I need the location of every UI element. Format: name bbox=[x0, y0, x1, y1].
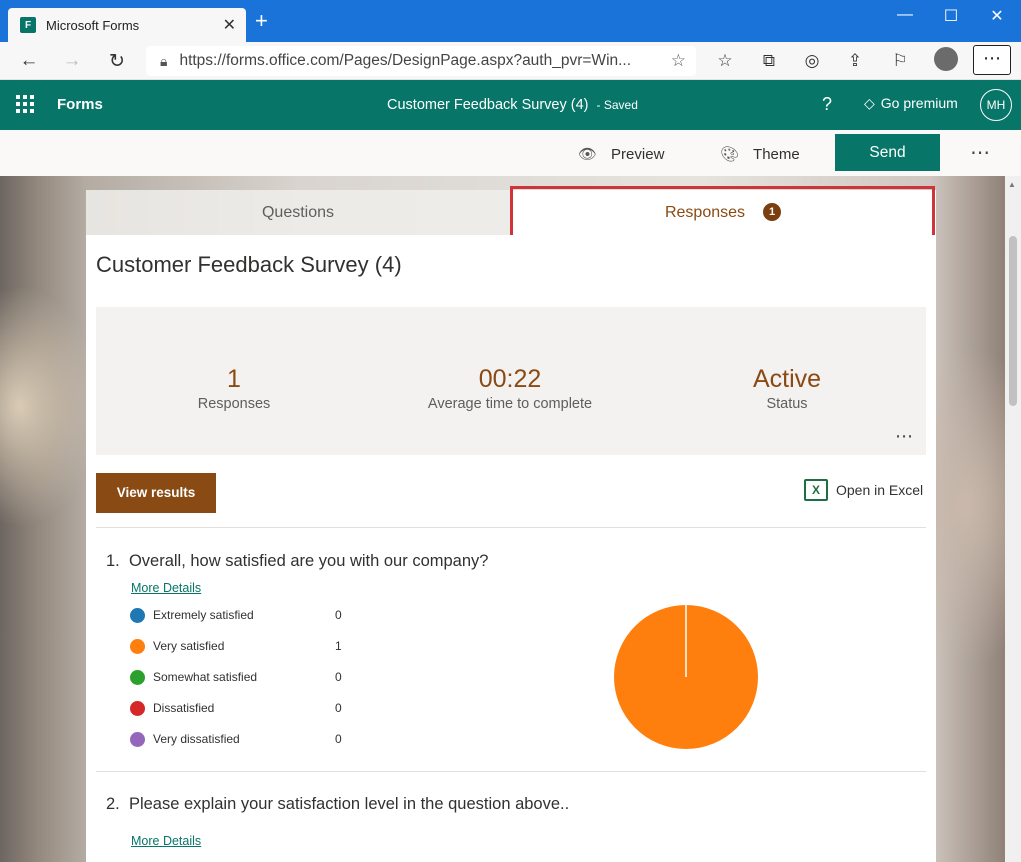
legend-label: Dissatisfied bbox=[153, 701, 215, 715]
stats-more-icon[interactable]: ⋯ bbox=[895, 426, 914, 447]
question-number: 1. bbox=[106, 552, 120, 570]
legend-item: Extremely satisfied 0 bbox=[130, 606, 342, 624]
refresh-icon[interactable]: ↻ bbox=[103, 50, 131, 73]
legend-item: Very dissatisfied 0 bbox=[130, 730, 342, 748]
stat-value: 1 bbox=[227, 365, 241, 393]
user-avatar[interactable]: MH bbox=[980, 89, 1012, 121]
send-button[interactable]: Send bbox=[835, 134, 940, 171]
preview-label: Preview bbox=[611, 146, 665, 163]
legend-count: 0 bbox=[335, 701, 342, 715]
legend-color-dot bbox=[130, 607, 145, 623]
stat-responses: 1 Responses bbox=[174, 365, 294, 412]
legend-count: 0 bbox=[335, 670, 342, 684]
address-bar[interactable]: 🔒︎ https://forms.office.com/Pages/Design… bbox=[146, 46, 696, 76]
satisfaction-pie-chart bbox=[614, 605, 758, 749]
legend-count: 1 bbox=[335, 639, 342, 653]
close-window-icon[interactable]: ✕ bbox=[974, 6, 1020, 26]
new-tab-icon[interactable]: + bbox=[255, 10, 268, 32]
document-title-text: Customer Feedback Survey (4) bbox=[387, 97, 589, 113]
scroll-up-icon[interactable]: ▲ bbox=[1008, 180, 1016, 189]
page-scrollbar[interactable]: ▲ bbox=[1005, 176, 1021, 862]
legend-color-dot bbox=[130, 669, 145, 685]
question-2-title: 2. Please explain your satisfaction leve… bbox=[106, 795, 569, 814]
legend-label: Somewhat satisfied bbox=[153, 670, 258, 684]
palette-icon: 🎨︎ bbox=[720, 146, 740, 163]
browser-profile-avatar[interactable] bbox=[934, 47, 958, 71]
view-results-button[interactable]: View results bbox=[96, 473, 216, 513]
legend-count: 0 bbox=[335, 732, 342, 746]
highlight-box bbox=[510, 186, 935, 242]
browser-titlebar: F Microsoft Forms ✕ + — ☐ ✕ bbox=[0, 0, 1021, 42]
tab-questions[interactable]: Questions bbox=[86, 190, 510, 235]
eye-icon: 👁︎ bbox=[578, 146, 598, 163]
legend-label: Extremely satisfied bbox=[153, 608, 254, 622]
share-icon[interactable]: ⇪ bbox=[842, 51, 868, 71]
legend-count: 0 bbox=[335, 608, 342, 622]
collections-icon[interactable]: ⧉ bbox=[756, 51, 782, 71]
go-premium-button[interactable]: ◇ Go premium bbox=[864, 95, 958, 112]
preview-button[interactable]: 👁︎ Preview bbox=[578, 145, 664, 163]
command-bar: 👁︎ Preview 🎨︎ Theme Send ⋯ bbox=[0, 130, 1021, 176]
browser-more-icon[interactable]: ⋯ bbox=[973, 45, 1011, 75]
go-premium-label: Go premium bbox=[880, 95, 958, 111]
stat-value: Active bbox=[752, 365, 822, 393]
forms-favicon-icon: F bbox=[20, 17, 36, 33]
browser-tab-title: Microsoft Forms bbox=[46, 17, 140, 33]
legend-label: Very satisfied bbox=[153, 639, 225, 653]
browser-tab[interactable]: F Microsoft Forms ✕ bbox=[8, 8, 246, 42]
browser-toolbar: ← → ↻ 🔒︎ https://forms.office.com/Pages/… bbox=[0, 42, 1021, 80]
stat-label: Average time to complete bbox=[427, 396, 593, 412]
stat-label: Status bbox=[766, 396, 808, 412]
form-title: Customer Feedback Survey (4) bbox=[96, 252, 402, 277]
divider bbox=[96, 527, 926, 528]
theme-button[interactable]: 🎨︎ Theme bbox=[720, 145, 800, 163]
legend-label: Very dissatisfied bbox=[153, 732, 240, 746]
summary-stats: 1 Responses 00:22 Average time to comple… bbox=[96, 307, 926, 455]
stat-average-time: 00:22 Average time to complete bbox=[410, 365, 610, 412]
question-number: 2. bbox=[106, 795, 120, 813]
feedback-icon[interactable]: ⚐ bbox=[887, 51, 913, 71]
save-status: - Saved bbox=[596, 98, 638, 112]
forms-header: Forms Customer Feedback Survey (4) - Sav… bbox=[0, 80, 1021, 130]
more-details-link[interactable]: More Details bbox=[131, 834, 201, 848]
favorites-list-icon[interactable]: ☆ bbox=[712, 51, 738, 71]
open-in-excel-label: Open in Excel bbox=[836, 482, 924, 498]
stat-status: Active Status bbox=[727, 365, 847, 412]
favorite-star-icon[interactable]: ☆ bbox=[671, 51, 686, 71]
back-arrow-icon[interactable]: ← bbox=[15, 50, 43, 72]
question-text: Please explain your satisfaction level i… bbox=[128, 795, 570, 813]
close-tab-icon[interactable]: ✕ bbox=[223, 15, 236, 35]
maximize-icon[interactable]: ☐ bbox=[928, 6, 974, 26]
divider bbox=[96, 771, 926, 772]
screenshot-icon[interactable]: ◎ bbox=[799, 51, 825, 71]
help-icon[interactable]: ? bbox=[822, 94, 832, 115]
stat-value: 00:22 bbox=[478, 365, 542, 393]
scrollbar-thumb[interactable] bbox=[1009, 236, 1017, 406]
app-launcher-icon[interactable] bbox=[16, 95, 34, 113]
legend-color-dot bbox=[130, 700, 145, 716]
excel-icon: X bbox=[804, 479, 828, 501]
forward-arrow-icon[interactable]: → bbox=[58, 50, 86, 72]
more-options-icon[interactable]: ⋯ bbox=[970, 140, 991, 165]
responses-card: Customer Feedback Survey (4) 1 Responses… bbox=[86, 235, 936, 862]
question-text: Overall, how satisfied are you with our … bbox=[128, 552, 489, 570]
lock-icon: 🔒︎ bbox=[160, 52, 168, 69]
more-details-link[interactable]: More Details bbox=[131, 581, 201, 595]
stat-label: Responses bbox=[197, 396, 271, 412]
legend-color-dot bbox=[130, 731, 145, 747]
legend-item: Very satisfied 1 bbox=[130, 637, 342, 655]
legend-color-dot bbox=[130, 638, 145, 654]
diamond-icon: ◇ bbox=[864, 95, 875, 111]
url-text: https://forms.office.com/Pages/DesignPag… bbox=[179, 52, 632, 69]
document-title: Customer Feedback Survey (4) - Saved bbox=[387, 97, 638, 113]
legend-item: Dissatisfied 0 bbox=[130, 699, 342, 717]
legend-item: Somewhat satisfied 0 bbox=[130, 668, 342, 686]
open-in-excel-button[interactable]: X Open in Excel bbox=[804, 479, 923, 501]
minimize-icon[interactable]: — bbox=[882, 6, 928, 24]
theme-label: Theme bbox=[753, 146, 800, 163]
app-name[interactable]: Forms bbox=[57, 96, 103, 113]
question-1-title: 1. Overall, how satisfied are you with o… bbox=[106, 552, 488, 571]
